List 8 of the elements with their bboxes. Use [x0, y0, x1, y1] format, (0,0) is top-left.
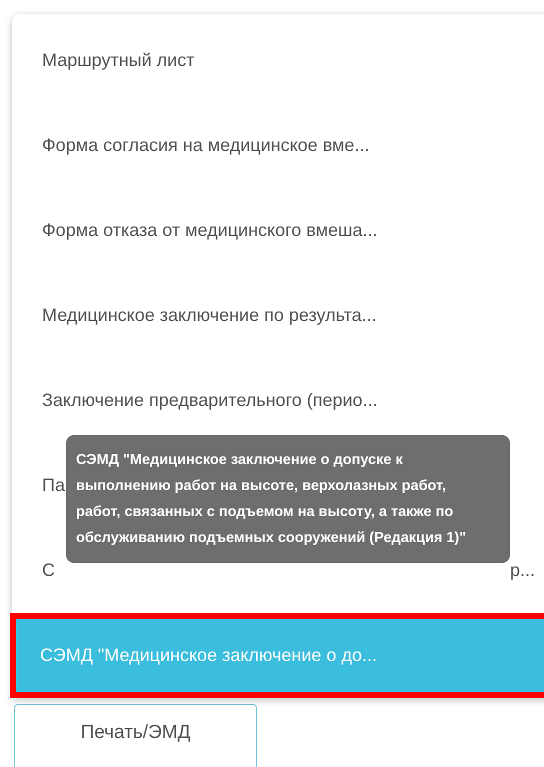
menu-item[interactable]: Форма согласия на медицинское вме...	[12, 103, 544, 188]
menu-item[interactable]: Маршрутный лист	[12, 18, 544, 103]
menu-item-label: С	[42, 560, 55, 581]
menu-item-label: р...	[510, 560, 535, 581]
print-button[interactable]: Печать/ЭМД	[14, 704, 257, 767]
menu-item[interactable]: Форма отказа от медицинского вмеша...	[12, 188, 544, 273]
menu-item[interactable]: Медицинское заключение по результа...	[12, 273, 544, 358]
tooltip: СЭМД "Медицинское заключение о допуске к выполнению работ на высоте, верхолазных работ, работ, связанных с подъемом на высоту, а также по обслуживанию подъемных сооружений (Редакция 1)"	[66, 435, 510, 563]
